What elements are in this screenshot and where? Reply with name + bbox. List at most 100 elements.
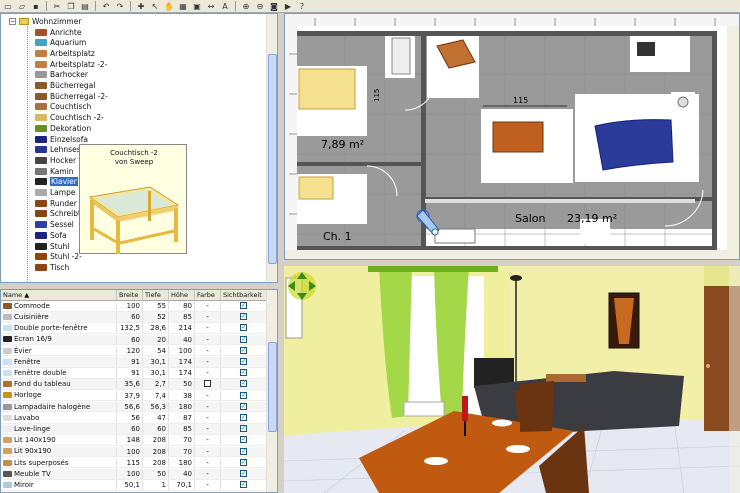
plan-vertical-scrollbar[interactable]	[727, 26, 740, 260]
catalog-item[interactable]: Stuhl	[35, 241, 69, 251]
create-photo-icon[interactable]: ◙	[268, 1, 280, 12]
zoom-in-icon[interactable]: ⊕	[240, 1, 252, 12]
catalog-scrollbar[interactable]	[266, 14, 277, 282]
open-icon[interactable]: ▱	[16, 1, 28, 12]
table-row[interactable]: Lave-linge 60 60 85-	[1, 424, 267, 435]
copy-icon[interactable]: ❐	[65, 1, 77, 12]
visible-checkbox[interactable]	[240, 368, 247, 377]
column-header[interactable]: Farbe	[195, 290, 221, 301]
table-row[interactable]: Horloge 37,9 7,4 38 -	[1, 390, 267, 402]
catalog-item[interactable]: Hocker	[35, 155, 76, 165]
add-furniture-icon[interactable]: ✚	[135, 1, 147, 12]
catalog-item[interactable]: Couchtisch	[35, 102, 91, 112]
furniture-scrollbar-thumb[interactable]	[268, 342, 277, 432]
table-row[interactable]: Lampadaire halogène 56,6 56,3 180 -	[1, 401, 267, 413]
visible-checkbox[interactable]	[240, 379, 247, 388]
help-icon[interactable]: ?	[296, 1, 308, 12]
table-row[interactable]: Double porte-fenêtre 132,5 28,6 214 -	[1, 323, 267, 334]
table-row[interactable]: Lit 90x190 100 208 70 -	[1, 446, 267, 458]
create-walls-icon[interactable]: ▦	[177, 1, 189, 12]
zoom-out-icon[interactable]: ⊖	[254, 1, 266, 12]
cell-name: Fond du tableau	[1, 379, 117, 389]
visible-checkbox[interactable]	[240, 391, 247, 400]
catalog-scrollbar-thumb[interactable]	[268, 54, 277, 264]
expand-minus-icon[interactable]: −	[9, 17, 16, 25]
table-row[interactable]: Fenêtre 91 30,1 174 -	[1, 357, 267, 368]
3d-view[interactable]	[284, 266, 740, 493]
table-row[interactable]: Meuble TV 100 50 40 -	[1, 469, 267, 480]
floor-plan-canvas[interactable]: 115 115 7,89 m² Salon 23,19 m² Ch. 1	[285, 14, 740, 260]
create-rooms-icon[interactable]: ▣	[191, 1, 203, 12]
catalog-item[interactable]: Lampe	[35, 188, 75, 198]
table-row[interactable]: Évier 120 54 100 -	[1, 345, 267, 357]
catalog-item[interactable]: Bücherregal -2-	[35, 91, 108, 101]
catalog-item-label: Hocker	[50, 155, 77, 165]
furniture-list-table[interactable]: Name ▲ Breite Tiefe Höhe Farbe Sichtbarkeit C…	[0, 289, 278, 493]
catalog-item[interactable]: Dekoration	[35, 123, 91, 133]
save-icon[interactable]: ▪	[30, 1, 42, 12]
furniture-scrollbar[interactable]	[266, 290, 277, 492]
catalog-item[interactable]: Arbeitsplatz -2-	[35, 59, 107, 69]
visible-checkbox[interactable]	[240, 357, 247, 366]
visible-checkbox[interactable]	[240, 335, 247, 344]
cut-icon[interactable]: ✂	[51, 1, 63, 12]
catalog-item[interactable]: Barhocker	[35, 70, 88, 80]
column-header[interactable]: Sichtbarkeit	[221, 290, 267, 301]
catalog-item[interactable]: Kamin	[35, 166, 74, 176]
table-row[interactable]: Lits superposés 115 208 180 -	[1, 457, 267, 469]
table-row[interactable]: Fenêtre double 91 30,1 174 -	[1, 368, 267, 379]
catalog-item[interactable]: Sofa	[35, 230, 67, 240]
visible-checkbox[interactable]	[240, 458, 247, 467]
redo-icon[interactable]: ↷	[114, 1, 126, 12]
paste-icon[interactable]: ▤	[79, 1, 91, 12]
new-file-icon[interactable]: ▭	[2, 1, 14, 12]
column-header[interactable]: Name ▲	[1, 290, 117, 301]
catalog-item[interactable]: Couchtisch -2-	[35, 113, 104, 123]
select-icon[interactable]: ↖	[149, 1, 161, 12]
furniture-catalog-tree[interactable]: − Wohnzimmer Anrichte Aquarium Arbeitsplat…	[0, 13, 278, 283]
catalog-item[interactable]: Einzelsofa	[35, 134, 88, 144]
table-row[interactable]: Miroir 50,1 1 70,1 -	[1, 480, 267, 491]
3d-scene[interactable]	[284, 266, 740, 493]
table-row[interactable]: Commode 100 55 80 -	[1, 301, 267, 312]
table-row[interactable]: Écran 16/9 60 20 40 -	[1, 334, 267, 346]
visible-checkbox[interactable]	[240, 435, 247, 444]
cell-color: -	[195, 446, 221, 457]
catalog-category-living-room[interactable]: − Wohnzimmer	[9, 16, 81, 26]
plan-horizontal-scrollbar[interactable]	[285, 250, 727, 260]
column-header[interactable]: Breite	[117, 290, 143, 301]
table-row[interactable]: Lavabo 56 47 87 -	[1, 413, 267, 424]
undo-icon[interactable]: ↶	[100, 1, 112, 12]
visible-checkbox[interactable]	[240, 346, 247, 355]
catalog-item[interactable]: Bücherregal	[35, 81, 95, 91]
navigation-arrows-icon[interactable]	[288, 272, 316, 300]
add-text-icon[interactable]: A	[219, 1, 231, 12]
visible-checkbox[interactable]	[240, 402, 247, 411]
visible-checkbox[interactable]	[240, 323, 247, 332]
plan-view[interactable]: 115 115 7,89 m² Salon 23,19 m² Ch. 1	[284, 13, 740, 260]
cell-color: -	[195, 301, 221, 311]
color-swatch[interactable]	[204, 380, 211, 388]
column-header[interactable]: Tiefe	[143, 290, 169, 301]
column-header[interactable]: Höhe	[169, 290, 195, 301]
table-row[interactable]: Cuisinière 60 52 85 -	[1, 312, 267, 323]
visible-checkbox[interactable]	[240, 413, 247, 422]
create-video-icon[interactable]: ▶	[282, 1, 294, 12]
pan-icon[interactable]: ✋	[163, 1, 175, 12]
visible-checkbox[interactable]	[240, 480, 247, 489]
visible-checkbox[interactable]	[240, 312, 247, 321]
catalog-item[interactable]: Aquarium	[35, 38, 86, 48]
visible-checkbox[interactable]	[240, 424, 247, 433]
create-dimensions-icon[interactable]: ↔	[205, 1, 217, 12]
visible-checkbox[interactable]	[240, 447, 247, 456]
visible-checkbox[interactable]	[240, 469, 247, 478]
visible-checkbox[interactable]	[240, 301, 247, 310]
table-row[interactable]: Fond du tableau 35,6 2,7 50	[1, 379, 267, 390]
table-row[interactable]: Lit 140x190 148 208 70 -	[1, 435, 267, 446]
catalog-item[interactable]: Arbeitsplatz	[35, 48, 95, 58]
catalog-item[interactable]: Klavier	[35, 177, 78, 187]
catalog-item[interactable]: Tisch	[35, 262, 69, 272]
catalog-item[interactable]: Anrichte	[35, 27, 81, 37]
catalog-item[interactable]: Sessel	[35, 220, 74, 230]
catalog-item[interactable]: Stuhl -2-	[35, 252, 82, 262]
